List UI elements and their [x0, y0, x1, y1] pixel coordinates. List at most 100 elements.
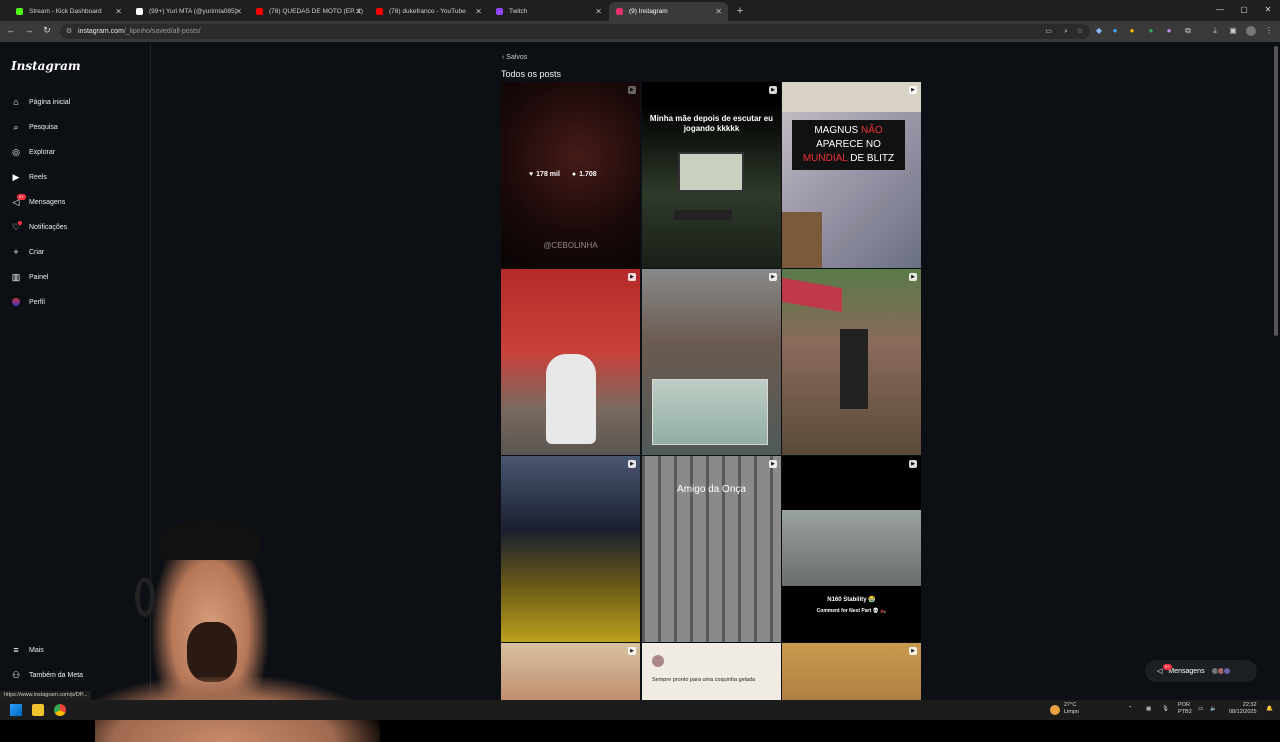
post-watermark: @CEBOLINHA — [543, 241, 598, 250]
breadcrumb-back[interactable]: ‹ Salvos — [502, 54, 527, 61]
tab-twitch[interactable]: Twitch ✕ — [489, 2, 608, 21]
close-icon[interactable]: ✕ — [715, 2, 722, 21]
forward-icon[interactable]: → — [23, 25, 35, 35]
post-tile[interactable]: ▶ — [782, 269, 921, 455]
tab-youtube-quedas[interactable]: (78) QUEDAS DE MOTO (EP. 1) ✕ — [249, 2, 368, 21]
chessboard-area — [782, 212, 822, 268]
post-tile[interactable]: ▶ — [501, 456, 640, 642]
reload-icon[interactable]: ↻ — [41, 25, 53, 36]
weather-icon[interactable] — [1050, 705, 1060, 715]
reel-icon: ▶ — [909, 86, 917, 94]
post-tile[interactable]: N160 Stability 😭 Comment for Next Part 💀… — [782, 456, 921, 642]
reel-icon: ▶ — [628, 647, 636, 655]
maximize-button[interactable]: ▢ — [1232, 0, 1256, 20]
chrome-icon[interactable] — [54, 704, 66, 716]
close-icon[interactable]: ✕ — [235, 2, 242, 21]
chevron-up-icon[interactable]: ⌃ — [1128, 706, 1133, 713]
post-tile[interactable]: Sempre pronto para uma coquinha gelada — [642, 643, 781, 700]
tab-search-icon[interactable]: ▣ — [1228, 26, 1238, 36]
download-icon[interactable]: ⤓ — [1210, 26, 1220, 36]
profile-avatar[interactable] — [1246, 26, 1256, 36]
sidebar-item-home[interactable]: ⌂ Página inicial — [11, 94, 70, 110]
extension-icon[interactable]: ● — [1164, 26, 1174, 36]
sidebar-item-reels[interactable]: ▶ Reels — [11, 169, 47, 185]
post-caption: Amigo da Onça — [677, 484, 746, 495]
post-caption: Sempre pronto para uma coquinha gelada — [652, 677, 756, 683]
page-title: Todos os posts — [501, 69, 562, 79]
close-window-button[interactable]: ✕ — [1256, 0, 1280, 20]
post-tile[interactable]: MAGNUS NÃO APARECE NO MUNDIAL DE BLITZ ▶ — [782, 82, 921, 268]
sidebar-item-search[interactable]: ⌕ Pesquisa — [11, 119, 57, 135]
avatar-icon — [11, 297, 21, 307]
tab-tiktok[interactable]: (99+) Yuri MTA (@yurimta085) ✕ — [129, 2, 248, 21]
post-tile[interactable]: Amigo da Onça ▶ — [642, 456, 781, 642]
weather-widget[interactable]: 27°C Limpo — [1064, 702, 1079, 716]
reel-icon: ▶ — [628, 86, 636, 94]
network-icon[interactable]: ▦ — [1146, 706, 1151, 713]
clock[interactable]: 22:32 08/12/2025 — [1229, 702, 1257, 716]
reel-icon: ▶ — [909, 273, 917, 281]
windows-taskbar: 27°C Limpo ⌃ ▦ 🎙 POR PTB2 ▭ 🔈 22:32 08/12/2… — [0, 700, 1280, 720]
sidebar-item-more[interactable]: ≡ Mais — [11, 642, 43, 658]
sidebar-item-meta[interactable]: ⚇ Também da Meta — [11, 667, 83, 683]
close-icon[interactable]: ✕ — [475, 2, 482, 21]
sidebar-item-notifications[interactable]: ♡ Notificações — [11, 219, 67, 235]
extension-icon[interactable]: ● — [1146, 26, 1156, 36]
floating-messages-button[interactable]: ◁ 9+ Mensagens — [1145, 660, 1257, 682]
tab-kick[interactable]: Stream - Kick Dashboard ✕ — [9, 2, 128, 21]
sidebar-item-messages[interactable]: ◁ 9+ Mensagens — [11, 194, 65, 210]
tab-instagram[interactable]: (9) Instagram ✕ — [609, 2, 728, 21]
post-tile[interactable]: ♥ 178 mil ● 1.708 @CEBOLINHA ▶ — [501, 82, 640, 268]
post-tile[interactable]: Minha mãe depois de escutar eu jogando k… — [642, 82, 781, 268]
volume-icon[interactable]: 🔈 — [1210, 706, 1217, 713]
scooter-thumbnail — [546, 354, 596, 444]
heart-icon: ♥ — [529, 171, 534, 178]
back-icon[interactable]: ← — [5, 25, 17, 35]
minimize-button[interactable]: — — [1208, 0, 1232, 20]
extension-icon[interactable]: ● — [1127, 26, 1137, 36]
zoom-icon[interactable]: ⌕ — [1064, 24, 1068, 39]
post-tile[interactable]: ▶ — [642, 269, 781, 455]
notifications-bell-icon[interactable]: 🔔 — [1266, 706, 1273, 713]
sidebar-item-profile[interactable]: Perfil — [11, 294, 45, 310]
beard — [187, 622, 237, 682]
sidebar-item-dashboard[interactable]: ▥ Painel — [11, 269, 49, 285]
sidebar-item-create[interactable]: + Criar — [11, 244, 44, 260]
tab-youtube-duke[interactable]: (78) dukefranco - YouTube ✕ — [369, 2, 488, 21]
microphone-icon[interactable]: 🎙 — [1162, 706, 1169, 713]
menu-dots-icon[interactable]: ⋮ — [1264, 26, 1274, 36]
page-scrollbar[interactable] — [1274, 46, 1278, 336]
sidebar-item-explore[interactable]: ◎ Explorar — [11, 144, 55, 160]
meta-icon: ⚇ — [11, 670, 21, 680]
keyboard-thumbnail — [674, 210, 732, 220]
new-tab-button[interactable]: + — [732, 2, 748, 21]
likes-count: ♥ 178 mil — [529, 171, 560, 178]
close-icon[interactable]: ✕ — [355, 2, 362, 21]
instagram-logo[interactable]: Instagram — [11, 59, 81, 73]
puzzle-icon[interactable]: ⧉ — [1183, 26, 1193, 36]
post-tile[interactable]: ▶ — [501, 643, 640, 700]
kick-icon — [16, 8, 23, 15]
language-indicator[interactable]: POR PTB2 — [1178, 702, 1192, 716]
extension-icon[interactable]: ● — [1110, 26, 1120, 36]
shield-extension-icon[interactable]: ◆ — [1094, 26, 1104, 36]
reel-icon: ▶ — [909, 647, 917, 655]
post-tile[interactable]: ▶ — [782, 643, 921, 700]
bookmark-star-icon[interactable]: ☆ — [1077, 24, 1083, 39]
youtube-icon — [256, 8, 263, 15]
reel-icon: ▶ — [769, 86, 777, 94]
url-input[interactable]: ⚙ instagram.com/_lipinho/saved/all-posts/… — [60, 24, 1090, 39]
file-explorer-icon[interactable] — [32, 704, 44, 716]
display-icon[interactable]: ▭ — [1198, 706, 1203, 713]
windows-start-icon[interactable] — [10, 704, 22, 716]
post-tile[interactable]: ▶ — [501, 269, 640, 455]
plus-icon: + — [13, 247, 19, 257]
close-icon[interactable]: ✕ — [595, 2, 602, 21]
close-icon[interactable]: ✕ — [115, 2, 122, 21]
instagram-page: Instagram ⌂ Página inicial ⌕ Pesquisa ◎ Exp… — [0, 42, 1280, 742]
install-app-icon[interactable]: ▭ — [1045, 24, 1052, 39]
search-icon: ⌕ — [13, 122, 19, 132]
site-info-icon[interactable]: ⚙ — [66, 24, 72, 39]
messages-badge: 9+ — [17, 194, 26, 200]
avatar-stack — [1210, 667, 1231, 675]
